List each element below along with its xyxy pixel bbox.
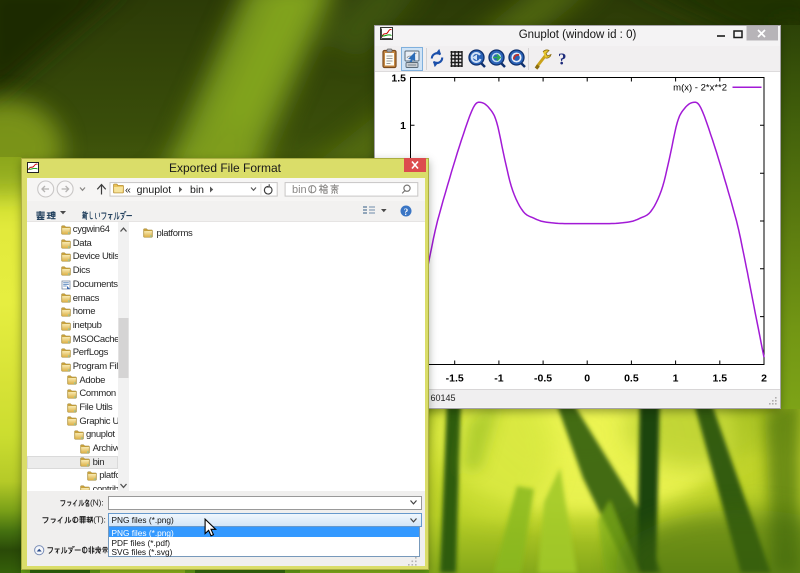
svg-text:-1.5: -1.5: [446, 373, 464, 385]
svg-text:0.5: 0.5: [624, 373, 639, 385]
svg-text:1.5: 1.5: [391, 73, 406, 85]
svg-text:-1: -1: [494, 373, 503, 385]
svg-text:0: 0: [584, 373, 590, 385]
svg-text:2: 2: [761, 373, 767, 385]
svg-text:1: 1: [400, 120, 406, 132]
svg-text:m(x) - 2*x**2: m(x) - 2*x**2: [673, 83, 727, 94]
svg-text:1: 1: [673, 373, 679, 385]
svg-text:?: ?: [404, 207, 409, 217]
svg-text:?: ?: [558, 50, 567, 69]
svg-text:-0.5: -0.5: [534, 373, 552, 385]
svg-text:1.5: 1.5: [712, 373, 727, 385]
